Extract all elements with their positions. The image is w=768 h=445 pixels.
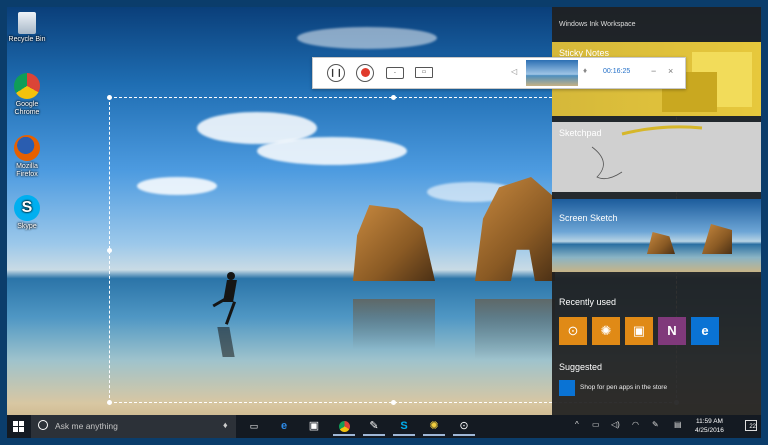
desktop-icon-label: Mozilla Firefox [16,163,38,178]
onenote-icon[interactable]: N [658,317,686,345]
desktop-icon-firefox[interactable]: Mozilla Firefox [7,135,47,179]
suggested-heading: Suggested [559,362,603,372]
capture-minimize-button[interactable]: − [651,66,656,76]
microphone-icon[interactable]: ♦ [583,66,587,75]
desktop-icon-label: Skype [17,223,37,230]
maps-icon[interactable]: ⊙ [559,317,587,345]
desktop-icon-recycle-bin[interactable]: Recycle Bin [7,12,47,44]
search-placeholder: Ask me anything [55,421,118,431]
tips-icon[interactable]: ✺ [423,417,445,436]
record-icon[interactable] [356,64,374,82]
store-icon[interactable]: ▣ [303,417,325,436]
taskbar: Ask me anything ♦ ▭ e ▣ ✎ S ✺ ⊙ ^ ▭ ◁) ◠… [7,415,761,438]
search-box[interactable]: Ask me anything ♦ [31,415,236,438]
selection-handle-left[interactable] [107,248,112,253]
clock-date: 4/25/2016 [695,427,724,434]
chrome-icon[interactable] [333,417,355,436]
pause-icon[interactable]: ❙❙ [327,64,345,82]
thumb-rock [702,224,732,254]
store-icon[interactable] [559,380,575,396]
skype-icon[interactable]: S [393,417,415,436]
firefox-icon [14,135,40,161]
chrome-icon [14,73,40,99]
wifi-icon[interactable]: ◠ [632,420,639,429]
pen-workspace-icon[interactable]: ✎ [652,420,659,429]
action-center-button[interactable]: 22 [745,420,757,431]
task-view-icon[interactable]: ▭ [243,417,265,436]
desktop-icon-label: Google Chrome [14,101,40,116]
selection-handle-bottom[interactable] [391,400,396,405]
selection-handle-top-left[interactable] [107,95,112,100]
photos-icon[interactable]: ▣ [625,317,653,345]
thumb-rock [647,232,675,254]
battery-icon[interactable]: ▭ [592,420,600,429]
desktop-icon-label: Recycle Bin [8,36,46,43]
screen-icon[interactable]: ▭ [415,67,433,78]
selection-handle-bottom-left[interactable] [107,400,112,405]
desktop-screen: Recycle Bin Google Chrome Mozilla Firefo… [7,7,761,438]
edge-icon[interactable]: e [273,417,295,436]
recently-used-heading: Recently used [559,297,617,307]
microphone-icon[interactable]: ♦ [223,420,228,430]
desktop-icon-skype[interactable]: S Skype [7,195,47,231]
selection-handle-top[interactable] [391,95,396,100]
cortana-icon [38,420,48,430]
screen-sketch-heading: Screen Sketch [559,213,618,223]
cloud-shape [297,27,437,49]
recording-timer: 00:16:25 [603,68,631,75]
volume-icon[interactable]: ◁) [611,420,620,429]
camera-icon[interactable]: ⊙ [453,417,475,436]
notification-count: 22 [749,424,756,430]
desktop-icon-chrome[interactable]: Google Chrome [7,73,47,117]
volume-icon[interactable]: ◁ [511,67,517,76]
clock[interactable]: 11:59 AM 4/25/2016 [695,417,724,435]
suggested-store-link[interactable]: Shop for pen apps in the store [580,384,667,391]
capture-preview-thumbnail [526,60,578,86]
capture-close-button[interactable]: × [668,66,673,76]
camera-icon[interactable]: · [386,67,404,79]
ink-workspace-title: Windows Ink Workspace [559,21,636,28]
screen-sketch-card[interactable] [552,199,761,272]
tips-icon[interactable]: ✺ [592,317,620,345]
screen-capture-toolbar: ❙❙ · ▭ ◁ ♦ 00:16:25 − × [312,57,686,89]
edge-icon[interactable]: e [691,317,719,345]
windows-start-button[interactable] [13,421,24,432]
sketchpad-heading: Sketchpad [559,128,602,138]
keyboard-icon[interactable]: ▤ [674,420,682,429]
clock-time: 11:59 AM [695,418,723,425]
skype-icon: S [14,195,40,221]
maps-pin-icon[interactable]: ✎ [363,417,385,436]
recycle-bin-icon [18,12,36,34]
show-hidden-icons[interactable]: ^ [575,420,579,429]
